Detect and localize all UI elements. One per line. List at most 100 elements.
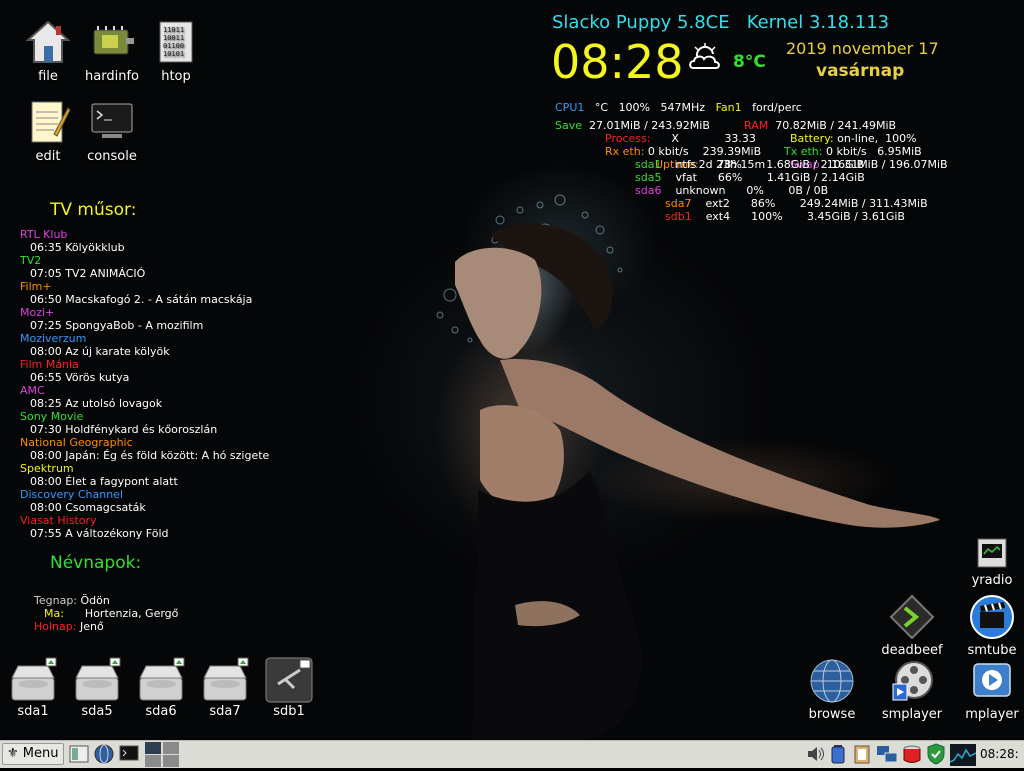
launch-file-manager[interactable] [68, 743, 90, 765]
desktop-icon-console[interactable]: console [77, 98, 147, 164]
clipboard-icon [854, 745, 870, 764]
tray-network[interactable] [876, 743, 898, 765]
big-clock: 08:28 [551, 35, 684, 89]
desktop-icon-yradio[interactable]: yradio [957, 536, 1024, 588]
distro-title: Slacko Puppy 5.8CE [552, 12, 730, 33]
tray-drive[interactable] [901, 743, 923, 765]
cloudy-weather-icon [689, 43, 720, 69]
puppy-paw-icon: ⚜ [7, 746, 19, 761]
pager-grid-icon [145, 742, 179, 767]
tv-program: 08:00 Az új karate kölyök [30, 345, 170, 358]
terminal-small-icon [119, 745, 139, 761]
htop-binary-icon: 11011100110110010101 [159, 21, 193, 63]
drive-icon-sda5[interactable]: sda5 [67, 656, 127, 719]
tray-clipboard[interactable] [852, 743, 872, 765]
tv-channel: Viasat History [20, 514, 97, 527]
tv-heading: TV műsor: [50, 200, 137, 220]
sys-disk-row: sda6 unknown 0% 0B / 0B [635, 184, 829, 197]
sys-disk-row: sda5 vfat 66% 1.41GiB / 2.14GiB [635, 171, 865, 184]
hardinfo-chip-icon [93, 26, 134, 55]
disk-red-icon [903, 745, 921, 763]
deadbeef-player-icon [889, 594, 935, 640]
tv-program: 08:25 Az utolsó lovagok [30, 397, 163, 410]
tv-program: 07:25 SpongyaBob - A mozifilm [30, 319, 204, 332]
terminal-icon [91, 103, 133, 138]
tv-channel: Spektrum [20, 462, 74, 475]
desktop-icon-edit[interactable]: edit [13, 98, 83, 164]
sys-disk-row: sda7 ext2 86% 249.24MiB / 311.43MiB [665, 197, 928, 210]
desktop-icon-file[interactable]: file [13, 18, 83, 84]
tray-battery[interactable] [830, 743, 846, 765]
drive-icon-sda7[interactable]: sda7 [195, 656, 255, 719]
hard-drive-icon [203, 657, 249, 701]
tv-program: 07:30 Holdfénykard és kőoroszlán [30, 423, 218, 436]
desktop-icon-mplayer[interactable]: mplayer [957, 658, 1024, 722]
drive-icon-sda1[interactable]: sda1 [3, 656, 63, 719]
sys-disk-row: sdb1 ext4 100% 3.45GiB / 3.61GiB [665, 210, 905, 223]
temperature: 8°C [733, 52, 766, 72]
desktop-icon-hardinfo[interactable]: hardinfo [77, 18, 147, 84]
namedays-heading: Névnapok: [50, 553, 142, 573]
text-editor-icon [31, 101, 71, 143]
desktop-icon-smtube[interactable]: smtube [957, 594, 1024, 658]
tv-program: 07:05 TV2 ANIMÁCIÓ [30, 267, 146, 280]
smtube-clapper-icon [970, 595, 1014, 639]
cpu-graph-icon [949, 748, 977, 763]
tv-channel: Film Mánia [20, 358, 79, 371]
yradio-icon [977, 538, 1007, 568]
launch-terminal[interactable] [118, 743, 140, 765]
tv-channel: Film+ [20, 280, 52, 293]
svg-text:10101: 10101 [163, 50, 184, 58]
tv-listing: RTL Klub 06:35 Kölyökklub TV2 07:05 TV2 ANI… [20, 228, 269, 540]
kernel-version: Kernel 3.18.113 [746, 12, 890, 33]
svg-text:11011: 11011 [163, 26, 184, 34]
taskbar: ⚜ Menu 08:28: [0, 740, 1024, 768]
tray-volume[interactable] [806, 743, 826, 765]
launch-browser[interactable] [93, 743, 115, 765]
tray-clock[interactable]: 08:28: [980, 743, 1022, 765]
browser-globe-icon [94, 744, 114, 764]
desktop-icon-browse[interactable]: browse [797, 658, 867, 722]
home-folder-icon [25, 20, 71, 63]
speaker-icon [808, 747, 824, 761]
tv-channel: Mozi+ [20, 306, 55, 319]
battery-icon [831, 745, 845, 764]
sys-disk-row: sda1 ntfs 78% 1.68GiB / 2.16GiB [635, 158, 865, 171]
tv-program: 06:55 Vörös kutya [30, 371, 130, 384]
tv-program: 08:00 Japán: Ég és föld között: A hó szi… [30, 449, 270, 462]
date: 2019 november 17 [786, 39, 939, 58]
network-icon [877, 746, 898, 763]
shield-icon [927, 743, 945, 765]
tray-cpu-graph [949, 744, 977, 766]
conky-header: Slacko Puppy 5.8CE Kernel 3.18.113 [552, 12, 889, 33]
desktop-icon-smplayer[interactable]: smplayer [877, 658, 947, 722]
tv-program: 08:00 Csomagcsaták [30, 501, 146, 514]
tv-program: 08:00 Élet a fagypont alatt [30, 475, 178, 488]
desktop: file hardinfo 11011 10011 01100 10101 htop … [0, 0, 1024, 740]
tray-firewall[interactable] [926, 743, 946, 765]
svg-text:01100: 01100 [163, 42, 184, 50]
nameday-tomorrow: Holnap: Jenő [34, 620, 104, 633]
tv-channel: National Geographic [20, 436, 133, 449]
mplayer-icon [973, 663, 1011, 697]
svg-text:10011: 10011 [163, 34, 184, 42]
tv-channel: TV2 [20, 254, 42, 267]
hard-drive-icon [75, 657, 121, 701]
tv-channel: Discovery Channel [20, 488, 124, 501]
tv-channel: Moziverzum [20, 332, 87, 345]
tv-channel: AMC [20, 384, 45, 397]
smplayer-reel-icon [892, 661, 933, 701]
usb-drive-icon [265, 657, 313, 703]
tv-channel: Sony Movie [20, 410, 84, 423]
menu-button[interactable]: ⚜ Menu [2, 743, 64, 765]
tv-program: 06:35 Kölyökklub [30, 241, 125, 254]
workspace-pager[interactable] [145, 742, 179, 767]
drive-icon-sda6[interactable]: sda6 [131, 656, 191, 719]
drive-icon-sdb1[interactable]: sdb1 [259, 656, 319, 719]
desktop-icon-deadbeef[interactable]: deadbeef [877, 594, 947, 658]
tv-channel: RTL Klub [20, 228, 68, 241]
globe-icon [810, 659, 854, 703]
desktop-icon-htop[interactable]: 11011 10011 01100 10101 htop [141, 18, 211, 84]
file-manager-icon [69, 745, 89, 763]
tv-program: 07:55 A változékony Föld [30, 527, 169, 540]
